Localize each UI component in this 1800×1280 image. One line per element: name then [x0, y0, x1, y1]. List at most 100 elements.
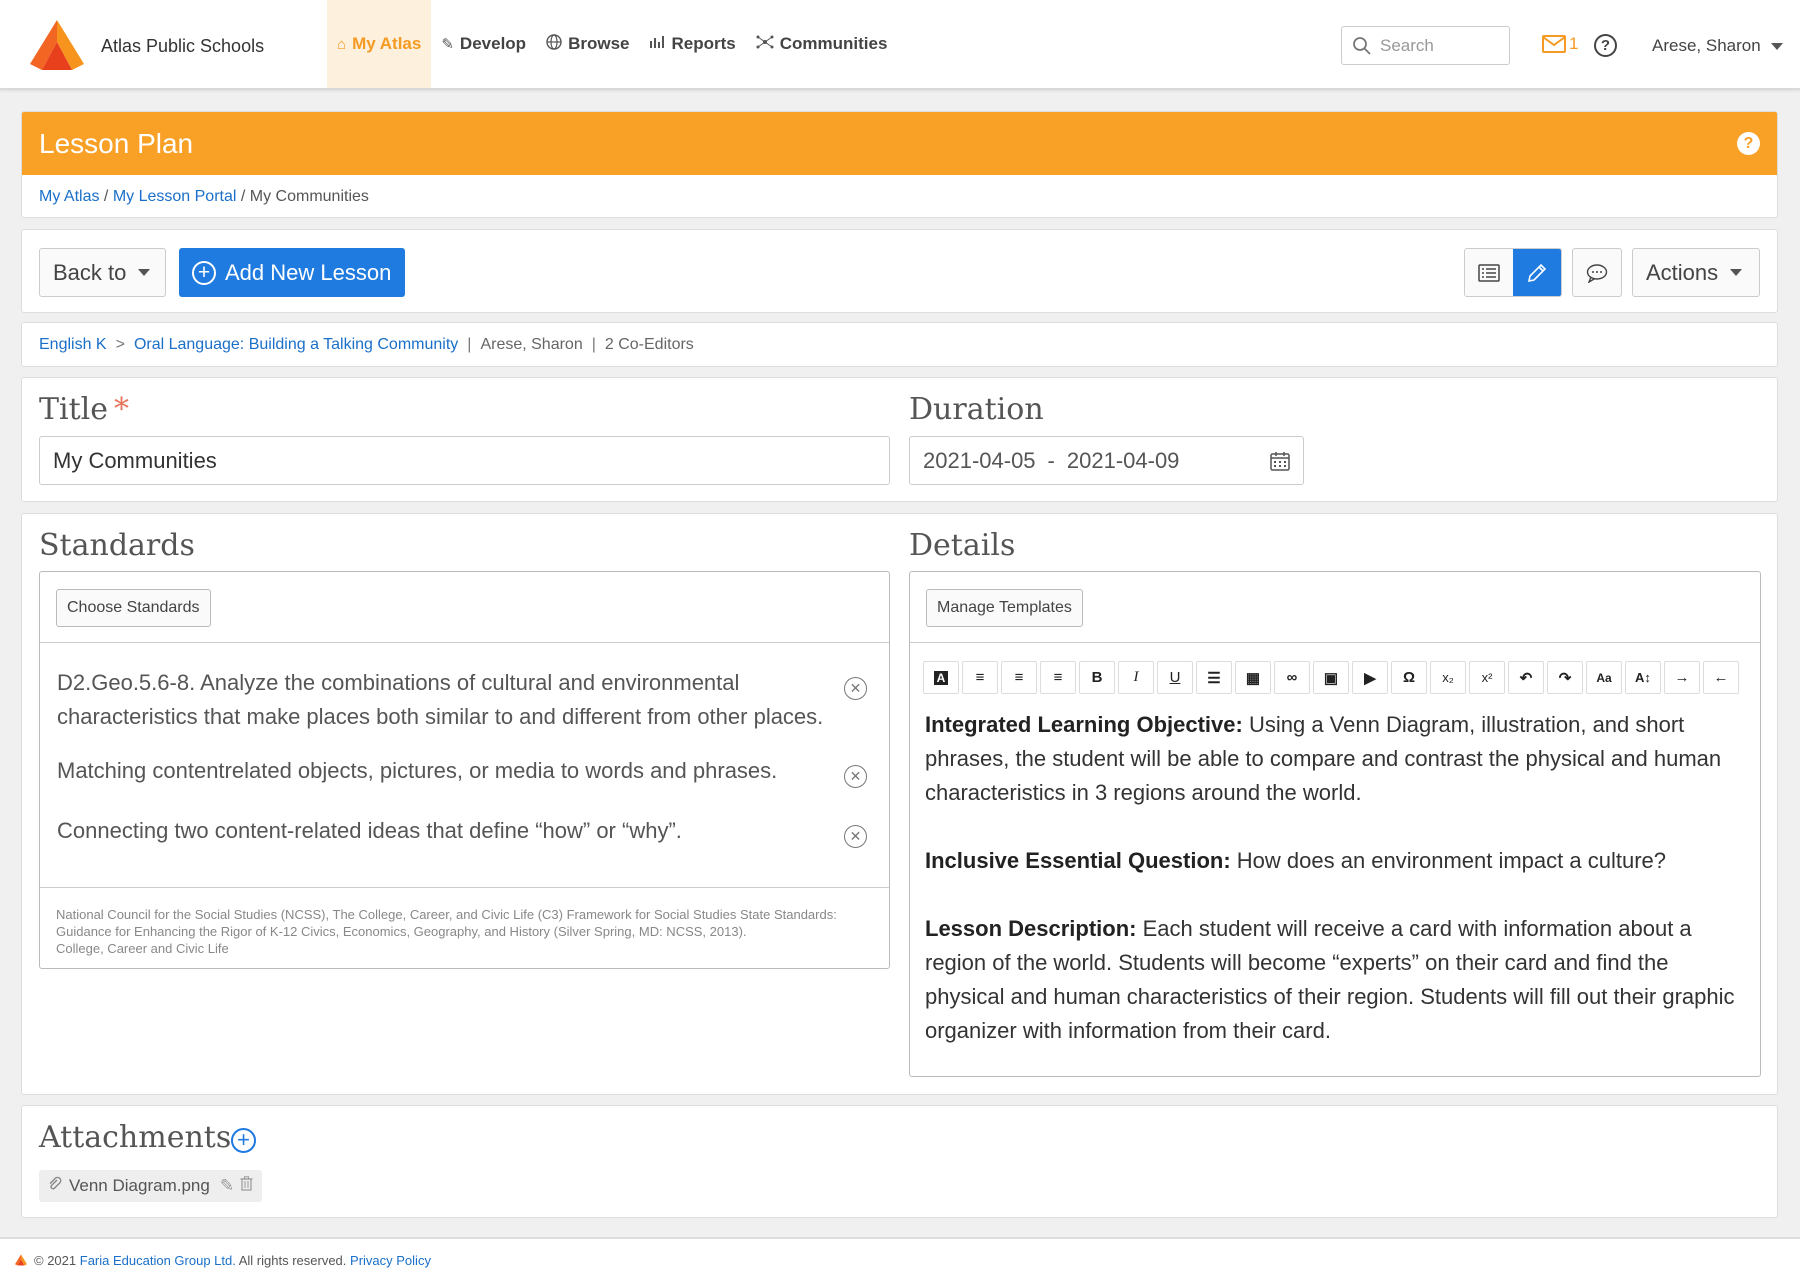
paperclip-icon: [47, 1176, 63, 1197]
back-to-label: Back to: [53, 259, 127, 285]
delete-attachment-icon[interactable]: [240, 1176, 253, 1196]
title-field[interactable]: [39, 436, 890, 485]
question-text: How does an environment impact a culture…: [1230, 848, 1666, 873]
mail-icon: [1542, 35, 1566, 53]
edit-view-button[interactable]: [1513, 249, 1561, 296]
user-menu[interactable]: Arese, Sharon: [1652, 36, 1783, 56]
undo-icon[interactable]: ↶: [1508, 661, 1544, 694]
plus-circle-icon: +: [192, 260, 216, 285]
redo-icon[interactable]: ↷: [1547, 661, 1583, 694]
question-label: Inclusive Essential Question:: [925, 848, 1231, 873]
back-to-button[interactable]: Back to: [39, 248, 166, 297]
align-right-icon[interactable]: ≡: [1040, 661, 1076, 694]
context-sep: |: [467, 336, 472, 353]
duration-field[interactable]: 2021-04-05-2021-04-09: [909, 436, 1304, 485]
italic-icon[interactable]: I: [1118, 661, 1154, 694]
link-icon[interactable]: ∞: [1274, 661, 1310, 694]
page-help-icon[interactable]: ?: [1737, 132, 1760, 155]
title-label: Title: [39, 392, 109, 427]
edit-attachment-icon[interactable]: ✎: [220, 1176, 234, 1196]
breadcrumb-my-atlas[interactable]: My Atlas: [39, 188, 99, 205]
align-center-icon[interactable]: ≡: [1001, 661, 1037, 694]
nav-label: Reports: [671, 34, 736, 53]
learning-objective: Integrated Learning Objective: Using a V…: [925, 708, 1751, 810]
search-box[interactable]: [1341, 26, 1510, 65]
messages-button[interactable]: 1: [1542, 34, 1578, 54]
font-size-icon[interactable]: Aa: [1586, 661, 1622, 694]
required-marker: *: [114, 392, 130, 427]
bold-icon[interactable]: B: [1079, 661, 1115, 694]
omega-icon[interactable]: Ω: [1391, 661, 1427, 694]
chevron-down-icon: [1770, 43, 1783, 51]
co-editors: 2 Co-Editors: [604, 336, 694, 353]
comments-button[interactable]: [1572, 248, 1622, 297]
choose-standards-button[interactable]: Choose Standards: [56, 589, 211, 627]
table-icon[interactable]: ▦: [1235, 661, 1271, 694]
calendar-icon[interactable]: [1269, 450, 1291, 472]
bar-chart-icon: [649, 35, 665, 53]
nav-develop[interactable]: ✎ Develop: [431, 0, 536, 88]
outdent-icon[interactable]: ←: [1703, 661, 1739, 694]
align-left-icon[interactable]: ≡: [962, 661, 998, 694]
view-mode-toggle: [1464, 248, 1562, 297]
actions-label: Actions: [1646, 259, 1719, 285]
nav-communities[interactable]: Communities: [746, 0, 898, 88]
details-content[interactable]: Integrated Learning Objective: Using a V…: [925, 708, 1751, 1082]
attachments-panel: Attachments + Venn Diagram.png ✎: [21, 1105, 1778, 1218]
underline-icon[interactable]: U: [1157, 661, 1193, 694]
start-date: 2021-04-05: [923, 447, 1036, 473]
essential-question: Inclusive Essential Question: How does a…: [925, 844, 1751, 878]
bullet-list-icon[interactable]: ☰: [1196, 661, 1232, 694]
lesson-author: Arese, Sharon: [480, 336, 583, 353]
nav-my-atlas[interactable]: ⌂ My Atlas: [327, 0, 432, 88]
superscript-icon[interactable]: x²: [1469, 661, 1505, 694]
rights-text: All rights reserved.: [238, 1253, 347, 1268]
user-name: Arese, Sharon: [1652, 36, 1761, 55]
breadcrumb-lesson-portal[interactable]: My Lesson Portal: [113, 188, 237, 205]
unit-link[interactable]: Oral Language: Building a Talking Commun…: [134, 336, 458, 353]
privacy-policy-link[interactable]: Privacy Policy: [350, 1253, 431, 1268]
date-separator: -: [1047, 447, 1055, 473]
course-link[interactable]: English K: [39, 336, 107, 353]
remove-standard-icon[interactable]: ✕: [844, 677, 867, 700]
duration-heading: Duration: [909, 392, 1044, 427]
manage-templates-button[interactable]: Manage Templates: [926, 589, 1083, 627]
add-attachment-icon[interactable]: +: [231, 1128, 256, 1153]
standards-source-framework: College, Career and Civic Life: [56, 941, 229, 956]
nav-reports[interactable]: Reports: [639, 0, 745, 88]
atlas-logo[interactable]: [26, 18, 88, 72]
font-color-icon[interactable]: A: [923, 661, 959, 694]
comment-icon: [1586, 263, 1608, 283]
title-duration-panel: Title* Duration 2021-04-05-2021-04-09: [21, 377, 1778, 502]
remove-standard-icon[interactable]: ✕: [844, 825, 867, 848]
attachments-heading: Attachments: [39, 1120, 232, 1155]
details-heading: Details: [909, 528, 1016, 563]
subscript-icon[interactable]: x₂: [1430, 661, 1466, 694]
search-input[interactable]: [1380, 35, 1500, 56]
objective-label: Integrated Learning Objective:: [925, 712, 1243, 737]
line-height-icon[interactable]: A↕: [1625, 661, 1661, 694]
help-icon[interactable]: ?: [1594, 34, 1617, 57]
copyright: © 2021: [34, 1253, 77, 1268]
context-sep: |: [591, 336, 596, 353]
breadcrumb-current: My Communities: [249, 188, 369, 205]
context-arrow: >: [115, 336, 125, 353]
school-name: Atlas Public Schools: [101, 36, 265, 56]
company-link[interactable]: Faria Education Group Ltd.: [80, 1253, 236, 1268]
atlas-logo-icon: [30, 20, 84, 70]
main-nav: ⌂ My Atlas ✎ Develop Browse Reports Comm…: [327, 0, 897, 88]
breadcrumb: My Atlas / My Lesson Portal / My Communi…: [22, 175, 1777, 217]
attachment-name: Venn Diagram.png: [69, 1176, 210, 1195]
list-view-button[interactable]: [1465, 249, 1513, 296]
nav-browse[interactable]: Browse: [536, 0, 639, 88]
search-icon: [1353, 36, 1371, 55]
image-icon[interactable]: ▣: [1313, 661, 1349, 694]
attachment-item[interactable]: Venn Diagram.png ✎: [39, 1170, 262, 1202]
video-icon[interactable]: ▶: [1352, 661, 1388, 694]
add-new-lesson-button[interactable]: + Add New Lesson: [179, 248, 405, 297]
actions-dropdown[interactable]: Actions: [1632, 248, 1760, 297]
indent-icon[interactable]: →: [1664, 661, 1700, 694]
pencil-icon: [1527, 263, 1547, 282]
remove-standard-icon[interactable]: ✕: [844, 765, 867, 788]
formatting-toolbar: A ≡ ≡ ≡ B I U ☰ ▦ ∞ ▣ ▶ Ω x₂ x² ↶ ↷ Aa A…: [923, 661, 1739, 694]
